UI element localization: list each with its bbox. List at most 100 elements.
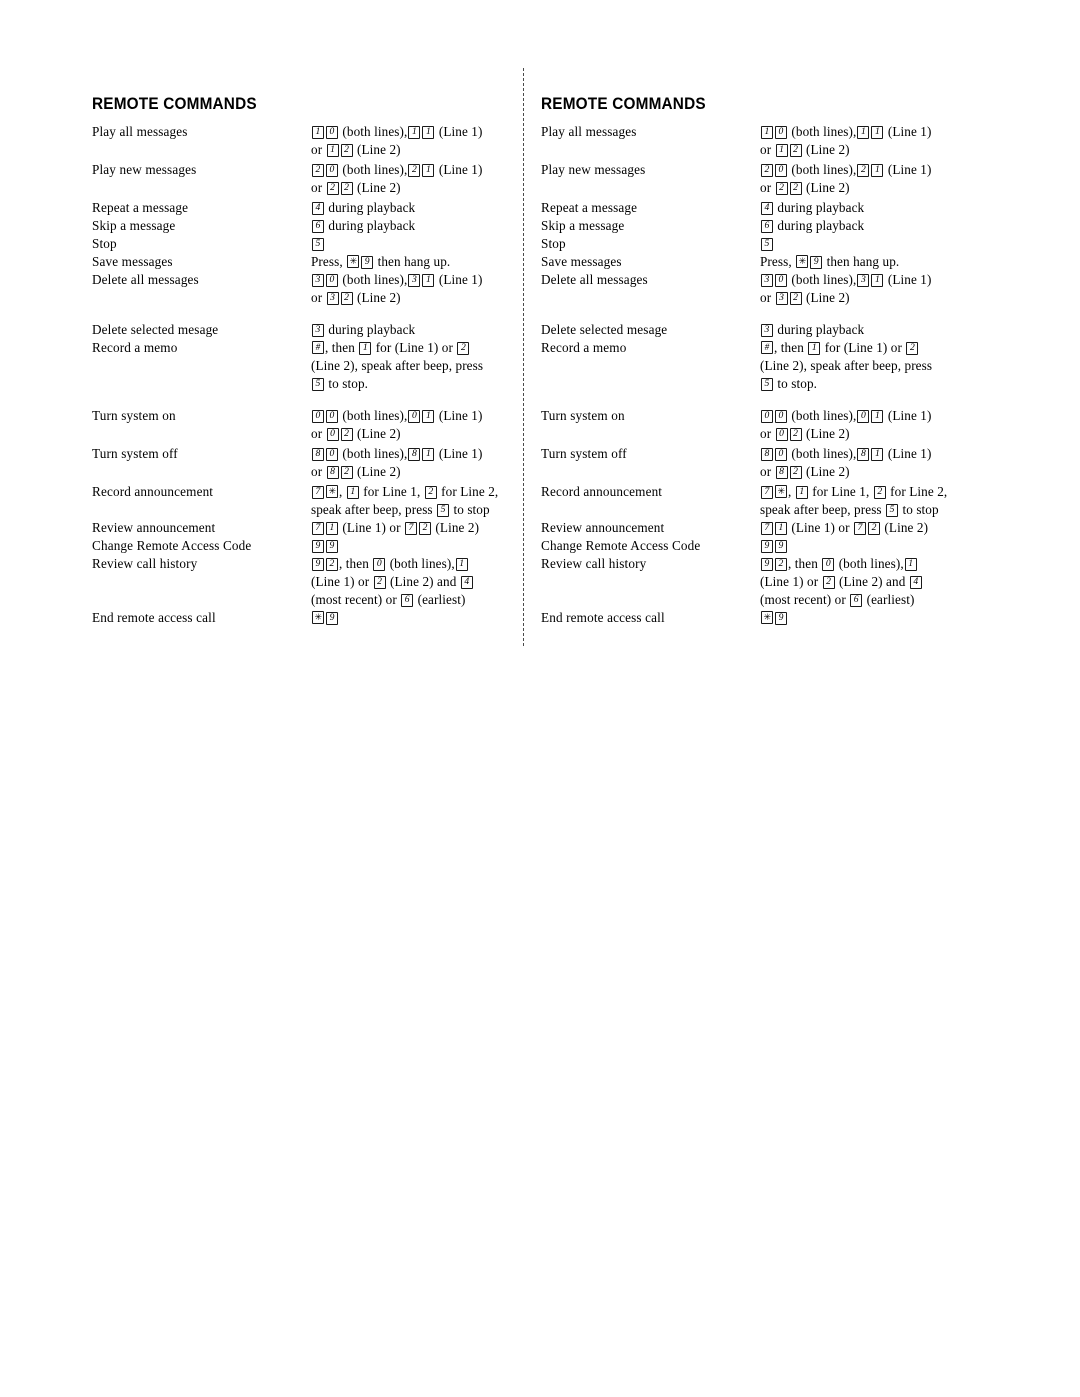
key-2-icon: 2 bbox=[868, 521, 881, 535]
command-keypress-sequence: 80 (both lines), 8 1 (Line 1) or 82 (Line 2… bbox=[311, 445, 512, 483]
key-star-icon: ✳ bbox=[326, 484, 339, 498]
key-2-icon: 2 bbox=[857, 163, 870, 177]
command-label: Stop bbox=[92, 235, 117, 251]
command-keypress-sequence: 20 (both lines), 2 1 (Line 1) or 22 (Line 2… bbox=[311, 161, 512, 199]
key-5-icon: 5 bbox=[312, 377, 324, 391]
key-1-icon: 1 bbox=[422, 409, 435, 423]
key-0-icon: 0 bbox=[775, 409, 787, 423]
value-text: (both lines), bbox=[788, 123, 857, 139]
table-row: Stop 5 bbox=[92, 235, 512, 253]
value-text: (Line 1) or bbox=[311, 573, 373, 589]
command-keypress-sequence: 10 (both lines), 1 1 (Line 1) or 12 (Line 2… bbox=[760, 123, 961, 161]
table-row: Record announcement 7 ✳, 1 for Line 1, 2 f… bbox=[541, 483, 961, 519]
key-5-icon: 5 bbox=[761, 237, 773, 251]
key-star-icon: ✳ bbox=[312, 610, 325, 624]
value-text: (Line 2), speak after beep, press bbox=[311, 357, 484, 373]
value-line: #, then 1 for (Line 1) or 2 bbox=[311, 339, 512, 357]
command-label: Record announcement bbox=[92, 483, 214, 499]
key-1-icon: 1 bbox=[422, 125, 435, 139]
key-2-icon: 2 bbox=[457, 341, 470, 355]
table-row: Turn system on 0 0 (both lines), 0 1 (Line 1… bbox=[541, 407, 961, 445]
value-line: speak after beep, press 5 to stop bbox=[760, 501, 961, 519]
key-1-icon: 1 bbox=[312, 125, 324, 139]
command-label: Turn system off bbox=[92, 445, 178, 461]
value-text: (Line 2), speak after beep, press bbox=[760, 357, 933, 373]
value-text: or bbox=[311, 289, 326, 305]
value-text: (earliest) bbox=[863, 591, 915, 607]
command-keypress-sequence: #, then 1 for (Line 1) or 2 (Line 2), spe… bbox=[311, 339, 512, 407]
table-row: Change Remote Access Code 9 9 bbox=[541, 537, 961, 555]
key-1-icon: 1 bbox=[857, 125, 870, 139]
value-text: (Line 2) and bbox=[386, 573, 460, 589]
key-1-icon: 1 bbox=[871, 163, 884, 177]
command-label: Review announcement bbox=[92, 519, 216, 535]
value-text: (Line 1) bbox=[435, 445, 483, 461]
value-text: (Line 2) bbox=[432, 519, 480, 535]
key-hash-icon: # bbox=[312, 340, 324, 354]
value-line: 20 (both lines), 2 1 (Line 1) bbox=[760, 161, 961, 179]
key-2-icon: 2 bbox=[340, 143, 353, 157]
key-7-icon: 7 bbox=[405, 521, 418, 535]
table-row: Skip a message 6 during playback bbox=[92, 217, 512, 235]
command-label: Delete all messages bbox=[92, 271, 199, 287]
key-3-icon: 3 bbox=[761, 273, 773, 287]
key-1-icon: 1 bbox=[904, 557, 917, 571]
command-label: Delete all messages bbox=[541, 271, 648, 287]
command-label: Save messages bbox=[92, 253, 173, 269]
value-line: 7 ✳, 1 for Line 1, 2 for Line 2, bbox=[311, 483, 512, 501]
key-0-icon: 0 bbox=[761, 409, 773, 423]
key-9-icon: 9 bbox=[326, 611, 339, 625]
key-7-icon: 7 bbox=[854, 521, 867, 535]
table-row: Turn system off 8 0 (both lines), 8 1 (Line … bbox=[92, 445, 512, 483]
key-1-icon: 1 bbox=[795, 485, 808, 499]
value-text: then hang up. bbox=[374, 253, 451, 269]
key-6-icon: 6 bbox=[312, 219, 324, 233]
key-0-icon: 0 bbox=[775, 163, 787, 177]
table-row: Delete selected mesage 3 during playback bbox=[92, 321, 512, 339]
key-2-icon: 2 bbox=[373, 575, 386, 589]
value-line: 80 (both lines), 8 1 (Line 1) bbox=[760, 445, 961, 463]
key-2-icon: 2 bbox=[775, 557, 787, 571]
value-text: , then bbox=[774, 339, 808, 355]
key-0-icon: 0 bbox=[775, 273, 787, 287]
table-row: Turn system off 8 0 (both lines), 8 1 (Line … bbox=[541, 445, 961, 483]
command-keypress-sequence: 71 (Line 1) or 72 (Line 2) bbox=[760, 519, 961, 537]
key-0-icon: 0 bbox=[373, 557, 386, 571]
command-label: Record a memo bbox=[541, 339, 627, 355]
key-3-icon: 3 bbox=[775, 291, 788, 305]
value-text: during playback bbox=[325, 199, 416, 215]
key-1-icon: 1 bbox=[455, 557, 468, 571]
value-line: 10 (both lines), 1 1 (Line 1) bbox=[311, 123, 512, 141]
value-text: to stop bbox=[450, 501, 490, 517]
value-line: or 22 (Line 2) bbox=[311, 179, 512, 197]
key-0-icon: 0 bbox=[775, 427, 788, 441]
key-1-icon: 1 bbox=[871, 447, 884, 461]
value-text: (Line 2) bbox=[353, 425, 401, 441]
key-9-icon: 9 bbox=[312, 539, 324, 553]
value-line: 10 (both lines), 1 1 (Line 1) bbox=[760, 123, 961, 141]
command-label: Stop bbox=[541, 235, 566, 251]
value-line: #, then 1 for (Line 1) or 2 bbox=[760, 339, 961, 357]
command-label: Skip a message bbox=[92, 217, 176, 233]
key-3-icon: 3 bbox=[312, 323, 324, 337]
key-7-icon: 7 bbox=[761, 521, 773, 535]
key-3-icon: 3 bbox=[326, 291, 339, 305]
table-row: Record a memo #, then 1 for (Line 1) or 2… bbox=[92, 339, 512, 407]
value-line: 92, then 0 (both lines), 1 bbox=[311, 555, 512, 573]
value-text: (Line 1) bbox=[435, 161, 483, 177]
value-text: for Line 2, bbox=[437, 483, 499, 499]
key-2-icon: 2 bbox=[822, 575, 835, 589]
value-line: 3 during playback bbox=[760, 321, 961, 339]
key-2-icon: 2 bbox=[340, 427, 353, 441]
value-line: 00 (both lines), 0 1 (Line 1) bbox=[760, 407, 961, 425]
value-text: during playback bbox=[325, 321, 416, 337]
key-hash-icon: # bbox=[761, 340, 773, 354]
key-1-icon: 1 bbox=[359, 341, 372, 355]
key-9-icon: 9 bbox=[761, 557, 773, 571]
key-8-icon: 8 bbox=[326, 465, 339, 479]
value-text: (Line 1) bbox=[884, 271, 932, 287]
key-star-icon: ✳ bbox=[775, 484, 788, 498]
value-line: (Line 1) or 2 (Line 2) and 4 bbox=[311, 573, 512, 591]
key-2-icon: 2 bbox=[340, 181, 353, 195]
value-text: Press, bbox=[311, 253, 347, 269]
